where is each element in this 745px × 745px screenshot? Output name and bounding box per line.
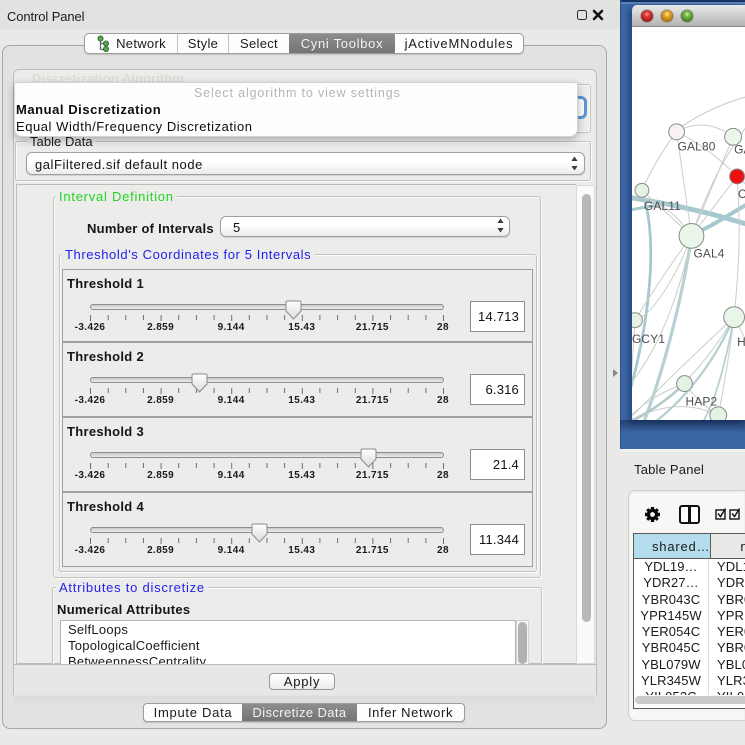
svg-text:GAL11: GAL11 <box>644 199 681 213</box>
svg-text:HAP2: HAP2 <box>686 394 718 408</box>
svg-text:CYC: CYC <box>738 187 745 201</box>
svg-text:GAL: GAL <box>734 143 745 157</box>
svg-text:HIS: HIS <box>737 335 745 349</box>
svg-text:GAL4: GAL4 <box>693 247 724 261</box>
svg-text:GCY1: GCY1 <box>632 332 665 346</box>
svg-text:GAL80: GAL80 <box>678 140 716 154</box>
